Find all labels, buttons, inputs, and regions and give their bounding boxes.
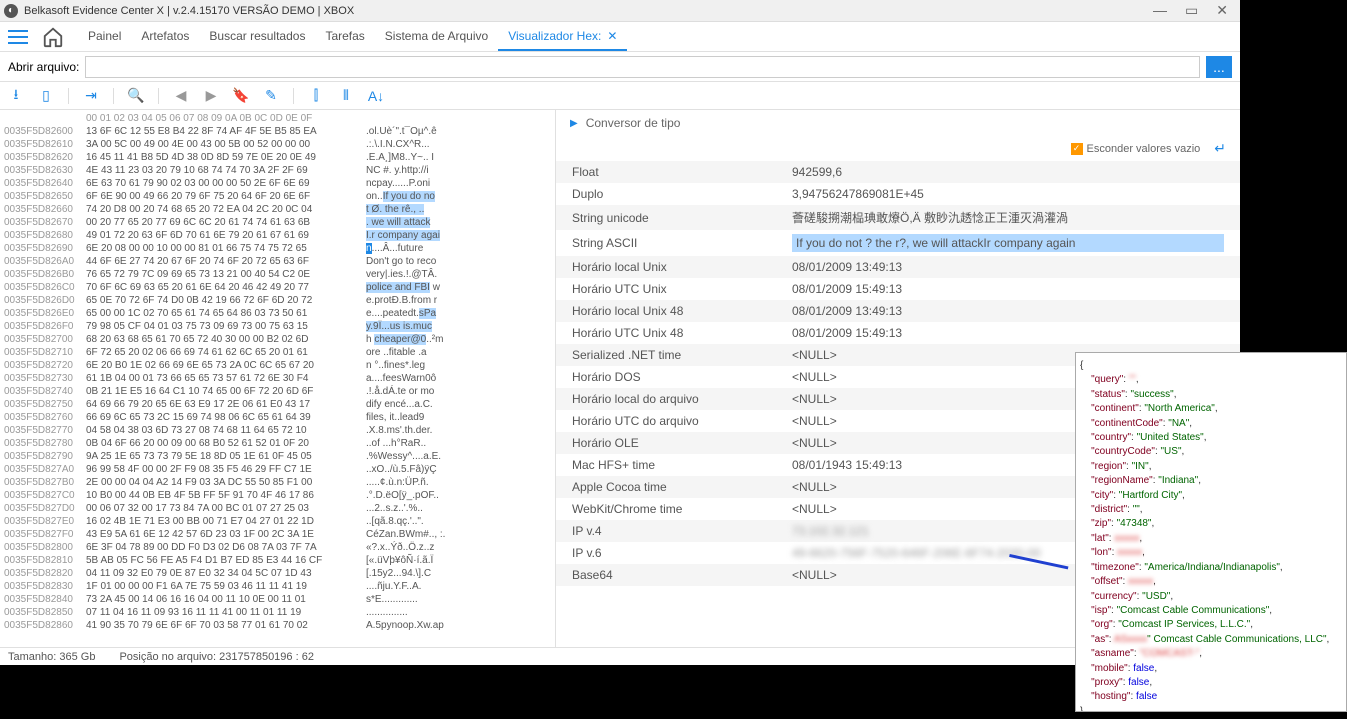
hex-pane[interactable]: 00 01 02 03 04 05 06 07 08 09 0A 0B 0C 0… — [0, 110, 555, 647]
hex-row[interactable]: 0035F5D82630 4E 43 11 23 03 20 79 10 68 … — [4, 164, 551, 177]
hex-row[interactable]: 0035F5D82790 9A 25 1E 65 73 73 79 5E 18 … — [4, 450, 551, 463]
collapse-icon[interactable]: ▶ — [570, 118, 578, 129]
hex-row[interactable]: 0035F5D82740 0B 21 1E E5 16 64 C1 10 74 … — [4, 385, 551, 398]
tab-tarefas[interactable]: Tarefas — [315, 23, 374, 51]
hex-row[interactable]: 0035F5D826F0 79 98 05 CF 04 01 03 75 73 … — [4, 320, 551, 333]
return-icon[interactable]: ↵ — [1214, 140, 1226, 157]
converter-row[interactable]: Horário UTC Unix 4808/01/2009 15:49:13 — [556, 322, 1240, 344]
converter-row[interactable]: Horário local Unix08/01/2009 13:49:13 — [556, 256, 1240, 278]
next-icon[interactable]: ▶ — [203, 87, 219, 104]
window-controls: — ▭ ✕ — [1153, 2, 1236, 19]
menubar: PainelArtefatosBuscar resultadosTarefasS… — [0, 22, 1240, 52]
hex-row[interactable]: 0035F5D82800 6E 3F 04 78 89 00 DD F0 D3 … — [4, 541, 551, 554]
hex-row[interactable]: 0035F5D82700 68 20 63 68 65 61 70 65 72 … — [4, 333, 551, 346]
hex-row[interactable]: 0035F5D82690 6E 20 08 00 00 10 00 00 81 … — [4, 242, 551, 255]
prev-icon[interactable]: ◀ — [173, 87, 189, 104]
browse-button[interactable]: ... — [1206, 56, 1232, 78]
hex-row[interactable]: 0035F5D826B0 76 65 72 79 7C 09 69 65 73 … — [4, 268, 551, 281]
hex-row[interactable]: 0035F5D82600 13 6F 6C 12 55 E8 B4 22 8F … — [4, 125, 551, 138]
tab-artefatos[interactable]: Artefatos — [131, 23, 199, 51]
tab-sistema-de-arquivo[interactable]: Sistema de Arquivo — [375, 23, 498, 51]
converter-row[interactable]: String unicode薈磋駿搠潮榀琠敢爎Ö,Ä 敷眇氿䞬惗正㠪湩灭渦灌渦 — [556, 205, 1240, 230]
search-icon[interactable]: 🔍 — [128, 87, 144, 104]
hex-row[interactable]: 0035F5D82820 04 11 09 32 E0 79 0E 87 E0 … — [4, 567, 551, 580]
hex-row[interactable]: 0035F5D82730 61 1B 04 00 01 73 66 65 65 … — [4, 372, 551, 385]
converter-row[interactable]: Horário local Unix 4808/01/2009 13:49:13 — [556, 300, 1240, 322]
minimize-icon[interactable]: — — [1153, 2, 1167, 19]
hex-row[interactable]: 0035F5D82770 04 58 04 38 03 6D 73 27 08 … — [4, 424, 551, 437]
hex-row[interactable]: 0035F5D82680 49 01 72 20 63 6F 6D 70 61 … — [4, 229, 551, 242]
hex-row[interactable]: 0035F5D82660 74 20 D8 00 20 74 68 65 20 … — [4, 203, 551, 216]
status-pos: Posição no arquivo: 231757850196 : 62 — [119, 651, 314, 663]
open-file-input[interactable] — [85, 56, 1200, 78]
statusbar: Tamanho: 365 Gb Posição no arquivo: 2317… — [0, 647, 1240, 665]
hex-row[interactable]: 0035F5D82650 6F 6E 90 00 49 66 20 79 6F … — [4, 190, 551, 203]
hex-row[interactable]: 0035F5D827C0 10 B0 00 44 0B EB 4F 5B FF … — [4, 489, 551, 502]
hex-row[interactable]: 0035F5D82720 6E 20 B0 1E 02 66 69 6E 65 … — [4, 359, 551, 372]
hex-row[interactable]: 0035F5D826E0 65 00 00 1C 02 70 65 61 74 … — [4, 307, 551, 320]
hex-row[interactable]: 0035F5D827D0 00 06 07 32 00 17 73 84 7A … — [4, 502, 551, 515]
converter-row[interactable]: Duplo3,94756247869081E+45 — [556, 183, 1240, 205]
home-icon[interactable] — [42, 26, 64, 48]
tab-buscar-resultados[interactable]: Buscar resultados — [199, 23, 315, 51]
converter-row[interactable]: String ASCIIIf you do not ? the r?, we w… — [556, 230, 1240, 256]
json-overlay: { "query": "", "status": "success", "con… — [1075, 352, 1347, 712]
hex-row[interactable]: 0035F5D827A0 96 99 58 4F 00 00 2F F9 08 … — [4, 463, 551, 476]
save-icon[interactable]: ⭳ — [8, 84, 24, 108]
converter-header[interactable]: ▶ Conversor de tipo — [556, 110, 1240, 136]
converter-row[interactable]: Float942599,6 — [556, 161, 1240, 183]
bars2-icon[interactable]: ⦀ — [338, 87, 354, 104]
hex-row[interactable]: 0035F5D82760 66 69 6C 65 73 2C 15 69 74 … — [4, 411, 551, 424]
hex-row[interactable]: 0035F5D82750 64 69 66 79 20 65 6E 63 E9 … — [4, 398, 551, 411]
filter-icon[interactable]: A↓ — [368, 88, 384, 104]
title-text: Belkasoft Evidence Center X | v.2.4.1517… — [24, 5, 354, 17]
tab-painel[interactable]: Painel — [78, 23, 131, 51]
hex-row[interactable]: 0035F5D82620 16 45 11 41 B8 5D 4D 38 0D … — [4, 151, 551, 164]
hex-row[interactable]: 0035F5D826D0 65 0E 70 72 6F 74 D0 0B 42 … — [4, 294, 551, 307]
hex-row[interactable]: 0035F5D827F0 43 E9 5A 61 6E 12 42 57 6D … — [4, 528, 551, 541]
hex-row[interactable]: 0035F5D826C0 70 6F 6C 69 63 65 20 61 6E … — [4, 281, 551, 294]
open-file-bar: Abrir arquivo: ... — [0, 52, 1240, 82]
hamburger-icon[interactable] — [8, 30, 28, 44]
bars1-icon[interactable]: ⫿ — [308, 87, 324, 104]
bookmark-icon[interactable]: 🔖 — [233, 87, 249, 104]
titlebar: ◐ Belkasoft Evidence Center X | v.2.4.15… — [0, 0, 1240, 22]
hide-empty-checkbox[interactable]: ✓ — [1071, 143, 1083, 155]
open-file-label: Abrir arquivo: — [8, 60, 79, 74]
hex-row[interactable]: 0035F5D82710 6F 72 65 20 02 06 66 69 74 … — [4, 346, 551, 359]
converter-row[interactable]: Horário UTC Unix08/01/2009 15:49:13 — [556, 278, 1240, 300]
tab-close-icon[interactable]: ✕ — [607, 29, 617, 43]
hex-row[interactable]: 0035F5D82670 00 20 77 65 20 77 69 6C 6C … — [4, 216, 551, 229]
status-size: Tamanho: 365 Gb — [8, 651, 95, 663]
hex-row[interactable]: 0035F5D827B0 2E 00 00 04 04 A2 14 F9 03 … — [4, 476, 551, 489]
hex-row[interactable]: 0035F5D82640 6E 63 70 61 79 90 02 03 00 … — [4, 177, 551, 190]
edit-icon[interactable]: ✎ — [263, 87, 279, 104]
app-logo-icon: ◐ — [4, 4, 18, 18]
hex-toolbar: ⭳ ▯ ⇥ 🔍 ◀ ▶ 🔖 ✎ ⫿ ⦀ A↓ — [0, 82, 1240, 110]
page-icon[interactable]: ▯ — [38, 87, 54, 104]
tab-visualizador-hex-[interactable]: Visualizador Hex:✕ — [498, 23, 627, 51]
hex-row[interactable]: 0035F5D82810 5B AB 05 FC 56 FE A5 F4 D1 … — [4, 554, 551, 567]
hex-row[interactable]: 0035F5D82780 0B 04 6F 66 20 00 09 00 68 … — [4, 437, 551, 450]
close-icon[interactable]: ✕ — [1216, 2, 1228, 19]
hex-row[interactable]: 0035F5D827E0 16 02 4B 1E 71 E3 00 BB 00 … — [4, 515, 551, 528]
hex-row[interactable]: 0035F5D82610 3A 00 5C 00 49 00 4E 00 43 … — [4, 138, 551, 151]
export-icon[interactable]: ⇥ — [83, 87, 99, 104]
maximize-icon[interactable]: ▭ — [1185, 2, 1198, 19]
hex-row[interactable]: 0035F5D82850 07 11 04 16 11 09 93 16 11 … — [4, 606, 551, 619]
hex-row[interactable]: 0035F5D82840 73 2A 45 00 14 06 16 16 04 … — [4, 593, 551, 606]
hex-row[interactable]: 0035F5D82830 1F 01 00 00 00 F1 6A 7E 75 … — [4, 580, 551, 593]
hex-row[interactable]: 0035F5D82860 41 90 35 70 79 6E 6F 6F 70 … — [4, 619, 551, 632]
hex-row[interactable]: 0035F5D826A0 44 6F 6E 27 74 20 67 6F 20 … — [4, 255, 551, 268]
hex-header: 00 01 02 03 04 05 06 07 08 09 0A 0B 0C 0… — [4, 112, 551, 125]
